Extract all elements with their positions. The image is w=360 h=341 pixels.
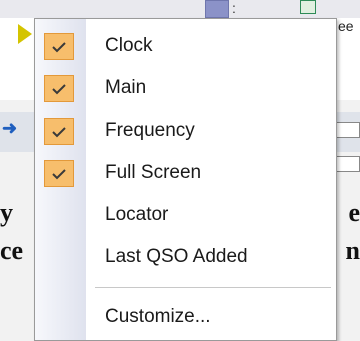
menu-item-label: Frequency (105, 120, 195, 141)
background-field[interactable] (336, 122, 360, 138)
context-menu: Clock Main Frequency Full Screen Locator… (34, 18, 337, 341)
menu-item-label: Locator (105, 204, 169, 225)
checkmark-icon (44, 75, 74, 102)
toolbar-icon[interactable] (300, 0, 316, 14)
checkmark-icon (44, 160, 74, 187)
toolbar-glyph: : (232, 0, 236, 16)
menu-separator (95, 287, 331, 288)
toolbar-button[interactable] (205, 0, 229, 18)
menu-item-full-screen[interactable]: Full Screen (35, 153, 336, 193)
menu-item-label: Last QSO Added (105, 246, 248, 267)
background-text-left-1: y (0, 198, 13, 227)
menu-item-label: Customize... (105, 306, 211, 327)
background-text-right-2: n (345, 236, 360, 265)
background-text-left-2: ce (0, 236, 24, 265)
menu-item-label: Full Screen (105, 162, 202, 183)
checkmark-icon (44, 33, 74, 60)
menu-item-customize[interactable]: Customize... (35, 297, 336, 337)
menu-item-label: Main (105, 77, 147, 98)
menu-item-main[interactable]: Main (35, 68, 336, 108)
background-text-top-right: ee (338, 18, 354, 34)
background-text-right-1: e (348, 198, 360, 227)
mouse-cursor-icon (18, 24, 32, 44)
arrow-icon: ➜ (2, 118, 18, 138)
menu-item-label: Clock (105, 35, 153, 56)
checkmark-icon (44, 118, 74, 145)
menu-item-locator[interactable]: Locator (35, 195, 336, 235)
background-field-2[interactable] (336, 156, 360, 172)
menu-item-clock[interactable]: Clock (35, 26, 336, 66)
menu-item-last-qso-added[interactable]: Last QSO Added (35, 237, 336, 277)
menu-item-frequency[interactable]: Frequency (35, 111, 336, 151)
